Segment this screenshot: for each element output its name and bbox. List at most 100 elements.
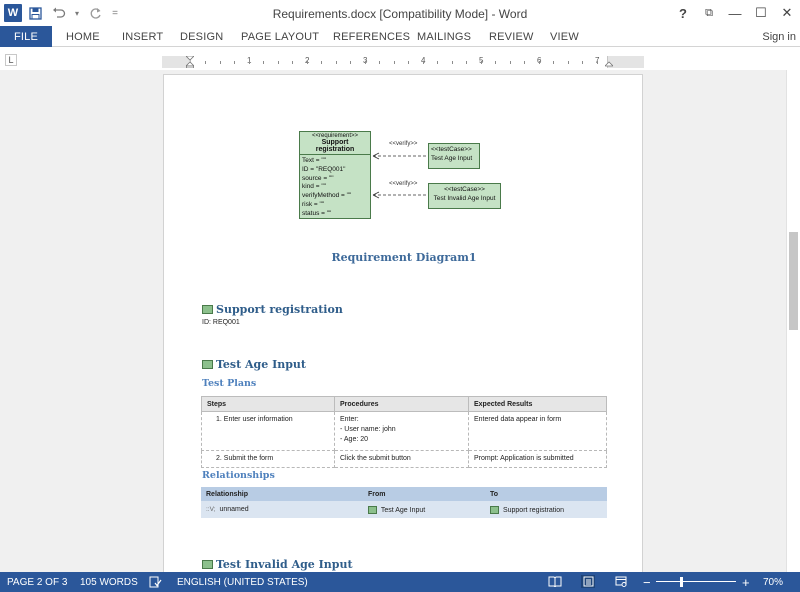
- requirement-icon: [202, 305, 213, 314]
- table-row: 2. Submit the form Click the submit butt…: [201, 450, 607, 468]
- ruler-tick: [234, 61, 235, 64]
- verify-label: <<verify>>: [389, 181, 418, 187]
- scrollbar-thumb[interactable]: [789, 232, 798, 330]
- tab-selector-button[interactable]: L: [5, 54, 17, 66]
- test-case-element[interactable]: <<testCase>> Test Invalid Age Input: [428, 183, 501, 209]
- window-controls: ? ⧉ — ☐ ✕: [670, 0, 800, 26]
- tab-design[interactable]: DESIGN: [180, 26, 223, 47]
- ruler-tick: [451, 61, 453, 64]
- ruler-tick: [335, 61, 337, 64]
- right-indent-marker-icon[interactable]: [605, 56, 613, 68]
- tab-mailings[interactable]: MAILINGS: [417, 26, 471, 47]
- help-button[interactable]: ?: [670, 0, 696, 26]
- ruler-tick: [567, 61, 569, 64]
- ruler-tick: [466, 61, 467, 64]
- web-layout-icon[interactable]: [614, 575, 628, 588]
- print-layout-icon[interactable]: [581, 575, 595, 588]
- diagram-connectors: [372, 152, 427, 199]
- relationships-table: Relationship From To ::V; unnamed Test A…: [201, 487, 607, 518]
- table-cell: Support registration: [485, 501, 607, 518]
- document-page[interactable]: <<requirement>> Support registration Tex…: [163, 74, 643, 572]
- language-status[interactable]: ENGLISH (UNITED STATES): [177, 572, 308, 592]
- horizontal-ruler[interactable]: 1 2 3 4 5 6 7: [162, 56, 644, 68]
- procedure-line: Enter:: [340, 416, 359, 423]
- sign-in-link[interactable]: Sign in: [762, 26, 796, 47]
- restore-button[interactable]: ☐: [748, 0, 774, 26]
- status-bar: PAGE 2 OF 3 105 WORDS ENGLISH (UNITED ST…: [0, 572, 800, 592]
- relationship-icon: ::V;: [206, 506, 216, 513]
- table-header-cell: Steps: [201, 396, 335, 412]
- diagram-caption: Requirement Diagram1: [331, 251, 477, 264]
- read-mode-icon[interactable]: [548, 575, 562, 588]
- table-header-row: Steps Procedures Expected Results: [201, 396, 607, 412]
- ruler-tick: [422, 61, 424, 64]
- table-cell: ::V; unnamed: [201, 501, 363, 518]
- ruler-tick: [350, 61, 351, 64]
- ruler-tick: [277, 61, 279, 64]
- tab-file[interactable]: FILE: [0, 26, 52, 47]
- ruler-tick: [205, 61, 206, 64]
- procedure-line: - Age: 20: [340, 436, 369, 443]
- tab-page-layout[interactable]: PAGE LAYOUT: [241, 26, 319, 47]
- test-case-stereotype: <<testCase>>: [431, 146, 472, 153]
- section-heading: Test Age Input: [202, 358, 306, 371]
- table-cell: Prompt: Application is submitted: [468, 450, 607, 468]
- customize-qat-icon[interactable]: =: [108, 4, 122, 22]
- quick-access-toolbar: W ▾ =: [4, 4, 122, 22]
- ruler-text-area: [190, 56, 608, 68]
- table-cell: 1. Enter user information: [201, 411, 335, 451]
- test-case-icon: [202, 560, 213, 569]
- word-logo-icon[interactable]: W: [4, 4, 22, 22]
- section-heading-text: Test Invalid Age Input: [216, 558, 353, 571]
- tab-review[interactable]: REVIEW: [489, 26, 534, 47]
- requirement-attribute: verifyMethod = "": [302, 192, 352, 200]
- requirement-element[interactable]: <<requirement>> Support registration Tex…: [299, 131, 371, 219]
- ruler-tick: [582, 61, 583, 64]
- table-header-cell: Relationship: [201, 487, 363, 501]
- ruler-tick: [321, 61, 322, 64]
- table-row: 1. Enter user information Enter: - User …: [201, 411, 607, 451]
- ribbon-display-options-button[interactable]: ⧉: [696, 0, 722, 26]
- proofing-icon[interactable]: [148, 575, 162, 588]
- ruler-tick: [538, 61, 540, 64]
- requirement-name: Support registration: [315, 139, 355, 153]
- redo-icon[interactable]: [84, 4, 106, 22]
- minimize-button[interactable]: —: [722, 0, 748, 26]
- vertical-scrollbar[interactable]: [786, 70, 800, 572]
- ruler-tick: [379, 61, 380, 64]
- ruler-tick: [248, 61, 250, 64]
- title-bar: W ▾ = Requirements.docx [Compatibility M…: [0, 0, 800, 26]
- word-count-status[interactable]: 105 WORDS: [80, 572, 138, 592]
- tab-home[interactable]: HOME: [66, 26, 100, 47]
- zoom-in-button[interactable]: +: [742, 572, 750, 592]
- table-row: ::V; unnamed Test Age Input Support regi…: [201, 501, 607, 518]
- undo-dropdown-icon[interactable]: ▾: [72, 4, 82, 22]
- ruler-tick: [509, 61, 511, 64]
- tab-references[interactable]: REFERENCES: [333, 26, 410, 47]
- section-heading-text: Test Age Input: [216, 358, 306, 371]
- page-count-status[interactable]: PAGE 2 OF 3: [7, 572, 67, 592]
- zoom-slider-thumb[interactable]: [680, 577, 683, 587]
- document-area[interactable]: <<requirement>> Support registration Tex…: [0, 70, 786, 572]
- table-header-cell: From: [363, 487, 485, 501]
- table-header-row: Relationship From To: [201, 487, 607, 501]
- zoom-out-button[interactable]: −: [643, 572, 651, 592]
- verify-label: <<verify>>: [389, 141, 418, 147]
- zoom-slider-track[interactable]: [656, 581, 736, 582]
- indent-marker-icon[interactable]: [186, 56, 194, 68]
- test-case-name: Test Invalid Age Input: [433, 195, 496, 202]
- zoom-level[interactable]: 70%: [763, 572, 783, 592]
- ruler-tick: [263, 61, 264, 64]
- table-header-cell: To: [485, 487, 607, 501]
- test-case-stereotype: <<testCase>>: [444, 186, 485, 193]
- section-heading: Test Invalid Age Input: [202, 558, 353, 571]
- close-button[interactable]: ✕: [774, 0, 800, 26]
- table-header-cell: Expected Results: [468, 396, 607, 412]
- tab-view[interactable]: VIEW: [550, 26, 579, 47]
- undo-icon[interactable]: [48, 4, 70, 22]
- tab-insert[interactable]: INSERT: [122, 26, 163, 47]
- table-cell: Click the submit button: [334, 450, 469, 468]
- save-icon[interactable]: [24, 4, 46, 22]
- test-case-element[interactable]: <<testCase>> Test Age Input: [428, 143, 480, 169]
- ruler-tick: [219, 61, 221, 64]
